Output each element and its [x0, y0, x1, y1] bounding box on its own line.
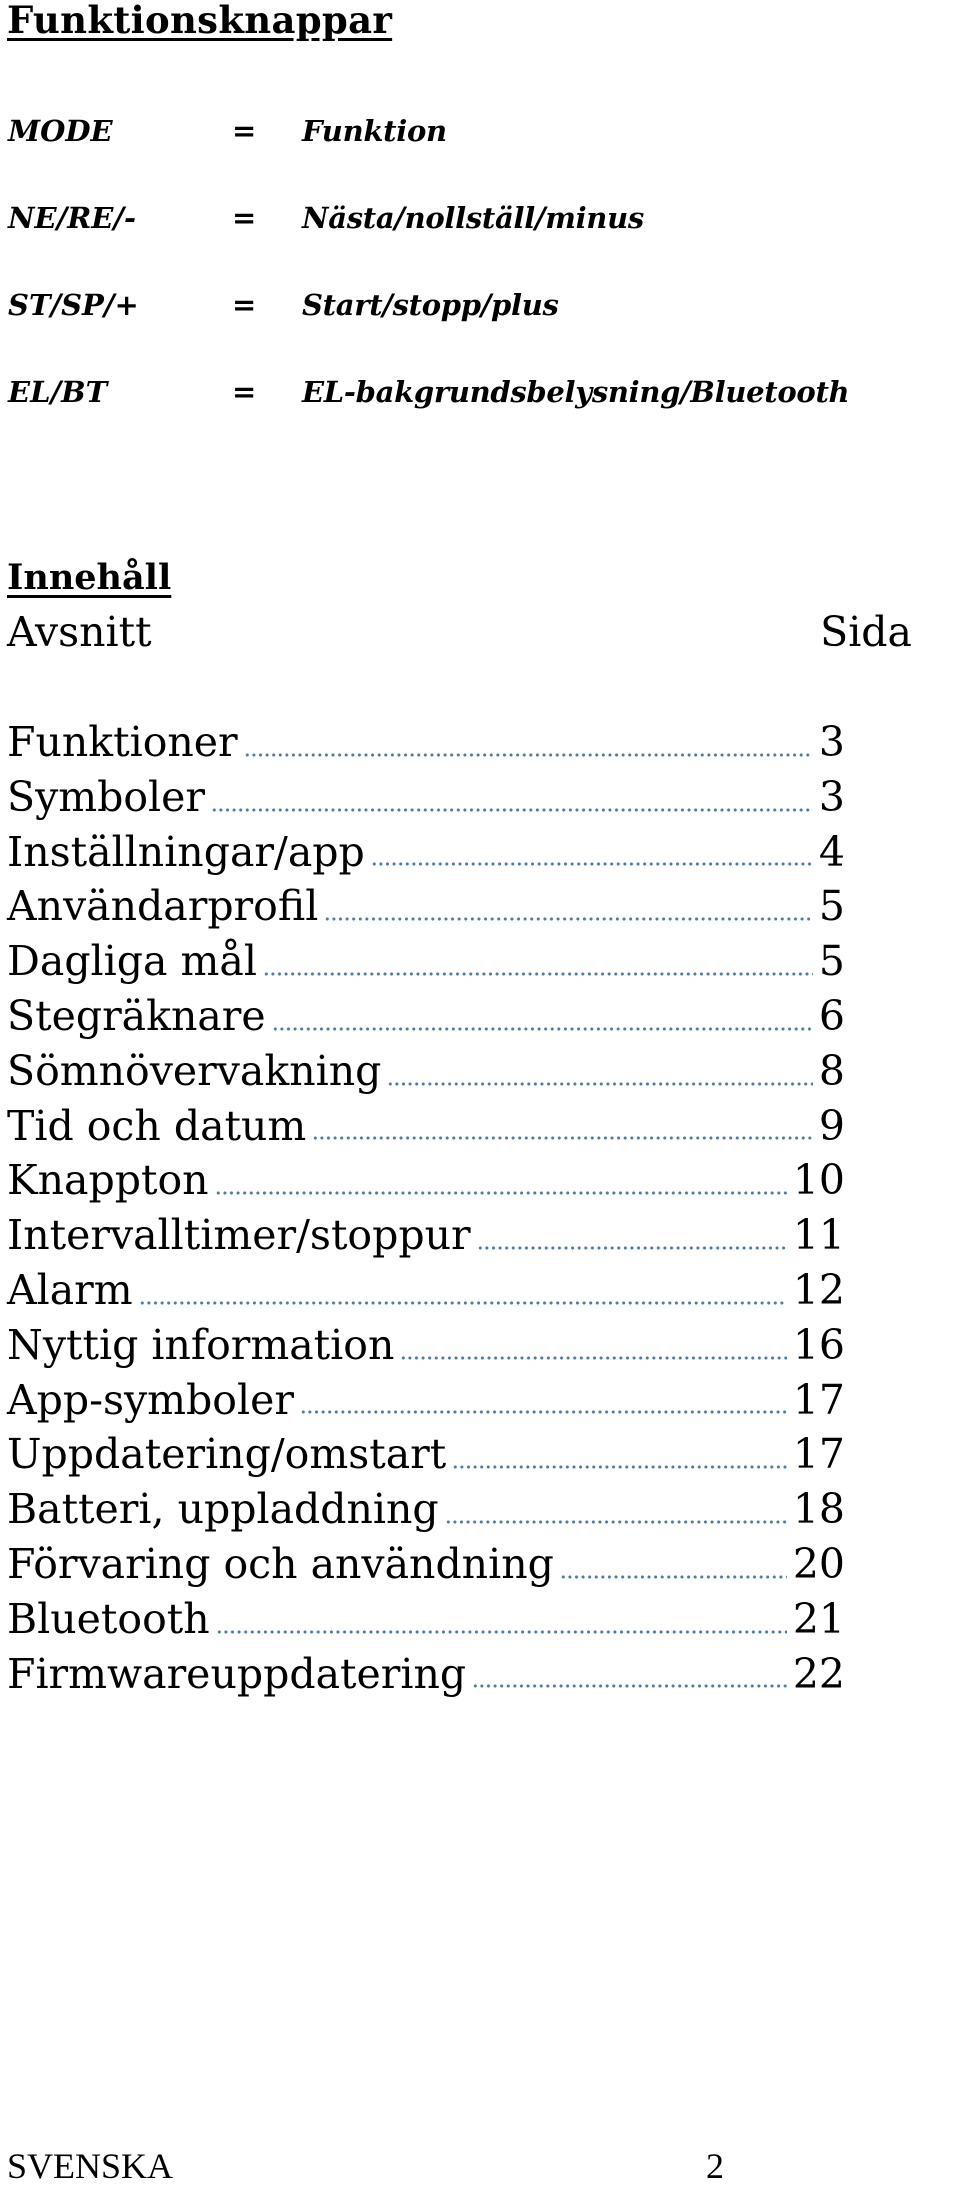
footer-language: SVENSKA	[7, 2146, 174, 2186]
toc-entry-page: 6	[818, 991, 845, 1040]
equals-sign: =	[232, 114, 257, 148]
toc-entry-page: 21	[792, 1594, 845, 1643]
toc-entry[interactable]: Dagliga mål 5	[7, 934, 845, 989]
toc-entry-label: Intervalltimer/stoppur	[7, 1211, 471, 1260]
dot-leader	[215, 1629, 787, 1634]
toc-entry-label: Knappton	[7, 1156, 209, 1205]
toc-entry-label: Uppdatering/omstart	[7, 1430, 447, 1479]
toc-entry-label: Tid och datum	[7, 1101, 307, 1150]
dot-leader	[472, 1684, 787, 1689]
dot-leader	[370, 862, 813, 867]
toc-entry-label: Förvaring och användning	[7, 1539, 554, 1588]
toc-entry-page: 8	[818, 1046, 845, 1095]
toc-entry[interactable]: Nyttig information 16	[7, 1318, 845, 1373]
toc-entry-label: Dagliga mål	[7, 937, 257, 986]
dot-leader	[138, 1300, 787, 1305]
table-of-contents: Funktioner 3 Symboler 3 Inställningar/app 4 An…	[7, 715, 845, 1701]
key-row: NE/RE/- = Nästa/nollställ/minus	[0, 175, 960, 262]
toc-entry-label: Användarprofil	[7, 882, 319, 931]
toc-entry-page: 17	[792, 1375, 845, 1424]
dot-leader	[324, 917, 813, 922]
key-code: MODE	[8, 114, 113, 148]
toc-entry[interactable]: Stegräknare 6	[7, 989, 845, 1044]
dot-leader	[400, 1355, 787, 1360]
toc-entry-page: 5	[818, 937, 845, 986]
equals-sign: =	[232, 375, 257, 409]
toc-entry-label: Batteri, uppladdning	[7, 1485, 439, 1534]
key-description: Nästa/nollställ/minus	[302, 201, 644, 235]
function-buttons-list: MODE = Funktion NE/RE/- = Nästa/nollstäl…	[0, 88, 960, 436]
contents-column-headers: Avsnitt Sida	[7, 612, 912, 653]
key-description: Start/stopp/plus	[302, 288, 559, 322]
key-code: ST/SP/+	[8, 288, 139, 322]
toc-entry-page: 17	[792, 1430, 845, 1479]
toc-entry[interactable]: Batteri, uppladdning 18	[7, 1482, 845, 1537]
dot-leader	[271, 1026, 813, 1031]
dot-leader	[211, 807, 813, 812]
toc-entry[interactable]: App-symboler 17	[7, 1373, 845, 1428]
dot-leader	[559, 1574, 787, 1579]
toc-entry-page: 16	[792, 1320, 845, 1369]
toc-entry-label: App-symboler	[7, 1375, 294, 1424]
key-row: MODE = Funktion	[0, 88, 960, 175]
toc-entry[interactable]: Firmwareuppdatering 22	[7, 1647, 845, 1702]
footer-page-number: 2	[706, 2146, 724, 2186]
toc-entry-label: Sömnövervakning	[7, 1046, 382, 1095]
key-description: EL-bakgrundsbelysning/Bluetooth	[302, 375, 850, 409]
page-column-header: Sida	[820, 608, 912, 656]
toc-entry-page: 20	[792, 1539, 845, 1588]
toc-entry[interactable]: Intervalltimer/stoppur 11	[7, 1208, 845, 1263]
function-buttons-heading: Funktionsknappar	[7, 0, 393, 42]
toc-entry-page: 4	[818, 827, 845, 876]
toc-entry-page: 9	[818, 1101, 845, 1150]
key-code: NE/RE/-	[8, 201, 137, 235]
toc-entry-page: 3	[818, 772, 845, 821]
dot-leader	[476, 1245, 787, 1250]
dot-leader	[243, 752, 813, 757]
equals-sign: =	[232, 201, 257, 235]
toc-entry-label: Inställningar/app	[7, 827, 365, 876]
toc-entry-page: 11	[792, 1211, 845, 1260]
dot-leader	[262, 971, 813, 976]
toc-entry-page: 12	[792, 1265, 845, 1314]
toc-entry-label: Nyttig information	[7, 1320, 395, 1369]
toc-entry-label: Alarm	[7, 1265, 133, 1314]
toc-entry[interactable]: Inställningar/app 4	[7, 825, 845, 880]
toc-entry-label: Stegräknare	[7, 991, 266, 1040]
toc-entry-label: Firmwareuppdatering	[7, 1649, 467, 1698]
equals-sign: =	[232, 288, 257, 322]
toc-entry-label: Funktioner	[7, 718, 238, 766]
toc-entry-label: Bluetooth	[7, 1594, 210, 1643]
toc-entry[interactable]: Tid och datum 9	[7, 1099, 845, 1154]
dot-leader	[444, 1519, 787, 1524]
toc-entry[interactable]: Knappton 10	[7, 1153, 845, 1208]
toc-entry[interactable]: Förvaring och användning 20	[7, 1537, 845, 1592]
toc-entry[interactable]: Sömnövervakning 8	[7, 1044, 845, 1099]
dot-leader	[312, 1136, 813, 1141]
dot-leader	[452, 1465, 787, 1470]
toc-entry[interactable]: Användarprofil 5	[7, 879, 845, 934]
toc-entry-label: Symboler	[7, 772, 206, 821]
toc-entry-page: 18	[792, 1485, 845, 1534]
key-row: EL/BT = EL-bakgrundsbelysning/Bluetooth	[0, 349, 960, 436]
toc-entry[interactable]: Uppdatering/omstart 17	[7, 1427, 845, 1482]
toc-entry[interactable]: Funktioner 3	[7, 715, 845, 770]
toc-entry-page: 5	[818, 882, 845, 931]
contents-heading: Innehåll	[7, 557, 172, 598]
toc-entry[interactable]: Bluetooth 21	[7, 1592, 845, 1647]
key-description: Funktion	[302, 114, 447, 148]
toc-entry[interactable]: Symboler 3	[7, 770, 845, 825]
key-code: EL/BT	[8, 375, 108, 409]
dot-leader	[387, 1081, 813, 1086]
section-column-header: Avsnitt	[7, 608, 152, 656]
toc-entry-page: 22	[792, 1649, 845, 1698]
dot-leader	[214, 1191, 787, 1196]
toc-entry-page: 10	[792, 1156, 845, 1205]
toc-entry[interactable]: Alarm 12	[7, 1263, 845, 1318]
toc-entry-page: 3	[818, 718, 845, 766]
dot-leader	[299, 1410, 787, 1415]
key-row: ST/SP/+ = Start/stopp/plus	[0, 262, 960, 349]
